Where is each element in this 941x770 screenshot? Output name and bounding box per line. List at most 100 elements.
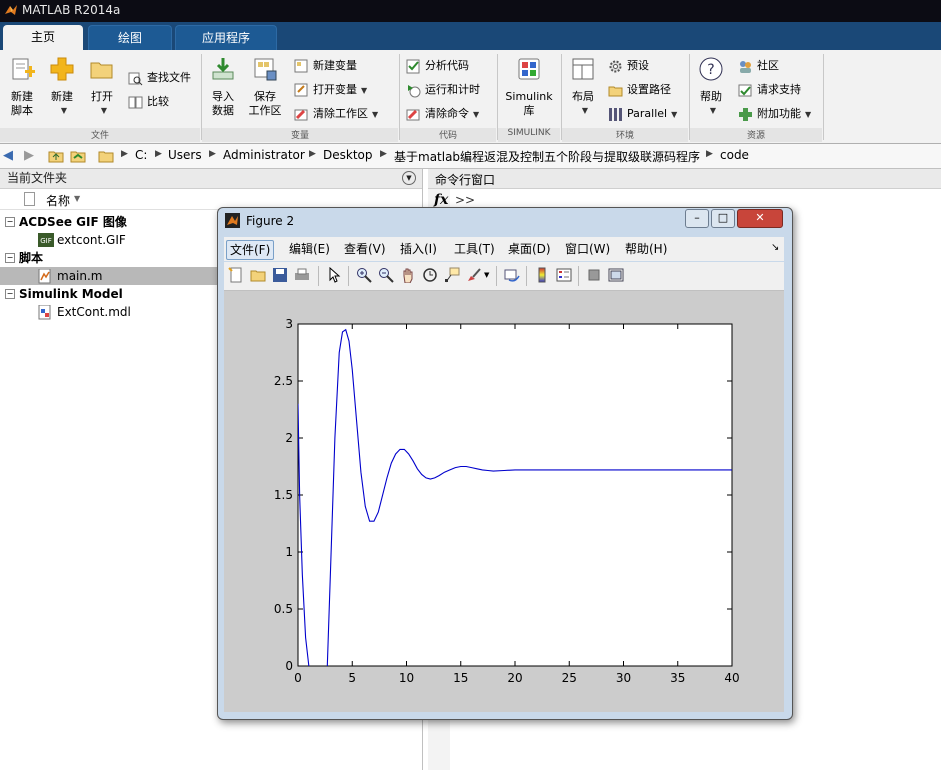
- open-file-icon[interactable]: [250, 267, 266, 283]
- minimize-button[interactable]: –: [685, 209, 709, 228]
- plot-area[interactable]: 0 5 10 15 20 25 30 35 40 0 0.5 1 1.5 2 2.5 3: [224, 291, 784, 712]
- show-plot-tools-icon[interactable]: [608, 267, 624, 283]
- brush-dropdown-icon[interactable]: ▼: [484, 271, 489, 279]
- preferences-button[interactable]: 预设: [608, 56, 649, 76]
- menu-window[interactable]: 窗口(W): [562, 240, 613, 258]
- add-ons-button[interactable]: 附加功能 ▼: [738, 104, 811, 124]
- print-figure-icon[interactable]: [294, 267, 310, 283]
- back-arrow-icon[interactable]: ◀: [3, 148, 13, 163]
- zoom-out-icon[interactable]: [378, 267, 394, 283]
- parallel-dropdown-icon: ▼: [671, 110, 678, 119]
- menu-desktop[interactable]: 桌面(D): [505, 240, 554, 258]
- forward-arrow-icon[interactable]: ▶: [24, 148, 34, 163]
- breadcrumb-separator-icon: ▶: [155, 149, 162, 159]
- open-button[interactable]: 打开 ▼: [86, 56, 118, 118]
- clear-workspace-button[interactable]: 清除工作区 ▼: [294, 104, 378, 124]
- panel-menu-icon[interactable]: ▼: [402, 171, 416, 185]
- import-data-button[interactable]: 导入 数据: [206, 56, 240, 118]
- menu-file[interactable]: 文件(F): [226, 240, 275, 260]
- menu-tools[interactable]: 工具(T): [451, 240, 498, 258]
- menu-view[interactable]: 查看(V): [341, 240, 389, 258]
- find-files-button[interactable]: 查找文件: [128, 68, 191, 88]
- breadcrumb-item[interactable]: code: [720, 148, 749, 162]
- x-tick-label: 15: [453, 671, 468, 685]
- hide-plot-tools-icon[interactable]: [586, 267, 602, 283]
- group-label-environment: 环境: [562, 128, 688, 142]
- new-dropdown-icon: ▼: [60, 106, 68, 115]
- open-variable-icon: [294, 83, 308, 96]
- breadcrumb-item[interactable]: Desktop: [323, 148, 373, 162]
- axes-box: [297, 323, 733, 667]
- new-plus-icon: [50, 57, 74, 81]
- data-cursor-icon[interactable]: [444, 267, 460, 283]
- set-path-button[interactable]: 设置路径: [608, 80, 671, 100]
- command-window-title-bar: 命令行窗口: [428, 169, 941, 189]
- collapse-icon[interactable]: −: [5, 289, 15, 299]
- x-tick-label: 0: [294, 671, 302, 685]
- community-button[interactable]: 社区: [738, 56, 779, 76]
- figure-window[interactable]: Figure 2 – □ ✕ 文件(F) 编辑(E) 查看(V) 插入(I) 工…: [217, 207, 793, 720]
- insert-colorbar-icon[interactable]: [534, 267, 550, 283]
- menu-edit[interactable]: 编辑(E): [286, 240, 333, 258]
- function-browser-icon[interactable]: fx: [434, 192, 448, 208]
- analyze-code-button[interactable]: 分析代码: [406, 56, 469, 76]
- toolbar-divider: [578, 266, 579, 286]
- clear-commands-button[interactable]: 清除命令 ▼: [406, 104, 479, 124]
- x-tick-label: 20: [507, 671, 522, 685]
- tab-apps[interactable]: 应用程序: [175, 25, 277, 51]
- import-data-label: 导入 数据: [212, 90, 234, 117]
- tab-home[interactable]: 主页: [3, 25, 83, 50]
- close-button[interactable]: ✕: [737, 209, 783, 228]
- breadcrumb-separator-icon: ▶: [706, 149, 713, 159]
- analyze-code-icon: [406, 59, 420, 73]
- command-prompt: >>: [455, 193, 476, 207]
- new-button[interactable]: 新建 ▼: [46, 56, 78, 118]
- zoom-in-icon[interactable]: [356, 267, 372, 283]
- link-plot-icon[interactable]: [504, 267, 520, 283]
- tab-plots[interactable]: 绘图: [88, 25, 172, 51]
- insert-legend-icon[interactable]: [556, 267, 572, 283]
- find-files-icon: [128, 72, 143, 85]
- menu-insert[interactable]: 插入(I): [397, 240, 440, 258]
- browse-folder-icon[interactable]: [70, 148, 86, 164]
- parallel-button[interactable]: Parallel ▼: [608, 104, 677, 124]
- help-button[interactable]: ? 帮助 ▼: [694, 56, 728, 118]
- edit-plot-arrow-icon[interactable]: [326, 267, 342, 283]
- new-figure-icon[interactable]: [228, 267, 244, 283]
- save-workspace-button[interactable]: 保存 工作区: [246, 56, 284, 118]
- breadcrumb-item[interactable]: Users: [168, 148, 202, 162]
- open-variable-button[interactable]: 打开变量 ▼: [294, 80, 367, 100]
- breadcrumb-item[interactable]: 基于matlab编程返混及控制五个阶段与提取级联源码程序: [394, 148, 700, 165]
- collapse-icon[interactable]: −: [5, 217, 15, 227]
- maximize-button[interactable]: □: [711, 209, 735, 228]
- collapse-icon[interactable]: −: [5, 253, 15, 263]
- breadcrumb-item[interactable]: Administrator: [223, 148, 305, 162]
- run-and-time-button[interactable]: 运行和计时: [406, 80, 480, 100]
- layout-button[interactable]: 布局 ▼: [566, 56, 600, 118]
- save-figure-icon[interactable]: [272, 267, 288, 283]
- group-label-code: 代码: [400, 128, 496, 142]
- current-folder-title-bar: 当前文件夹 ▼: [0, 169, 422, 189]
- help-label: 帮助: [700, 90, 722, 103]
- community-label: 社区: [757, 59, 779, 72]
- new-script-button[interactable]: 新建 脚本: [6, 56, 38, 118]
- figure-canvas[interactable]: 0 5 10 15 20 25 30 35 40 0 0.5 1 1.5 2 2.5 3: [224, 291, 784, 712]
- request-support-button[interactable]: 请求支持: [738, 80, 801, 100]
- pan-hand-icon[interactable]: [400, 267, 416, 283]
- compare-button[interactable]: 比较: [128, 92, 169, 112]
- rotate-3d-icon[interactable]: [422, 267, 438, 283]
- brush-icon[interactable]: [466, 267, 482, 283]
- figure-title-bar[interactable]: Figure 2 – □ ✕: [218, 208, 792, 234]
- new-variable-button[interactable]: 新建变量: [294, 56, 357, 76]
- breadcrumb-separator-icon: ▶: [380, 149, 387, 159]
- figure-title: Figure 2: [246, 214, 295, 228]
- folder-open-icon: [90, 62, 113, 79]
- ribbon-tab-bar: 主页 绘图 应用程序: [0, 22, 941, 51]
- breadcrumb-item[interactable]: C:: [135, 148, 147, 162]
- column-header-name[interactable]: 名称: [46, 192, 70, 209]
- menu-help[interactable]: 帮助(H): [622, 240, 670, 258]
- new-label: 新建: [51, 90, 73, 103]
- dock-arrow-icon[interactable]: ↘: [771, 242, 779, 253]
- up-folder-icon[interactable]: [48, 148, 64, 164]
- simulink-library-button[interactable]: Simulink 库: [504, 56, 554, 118]
